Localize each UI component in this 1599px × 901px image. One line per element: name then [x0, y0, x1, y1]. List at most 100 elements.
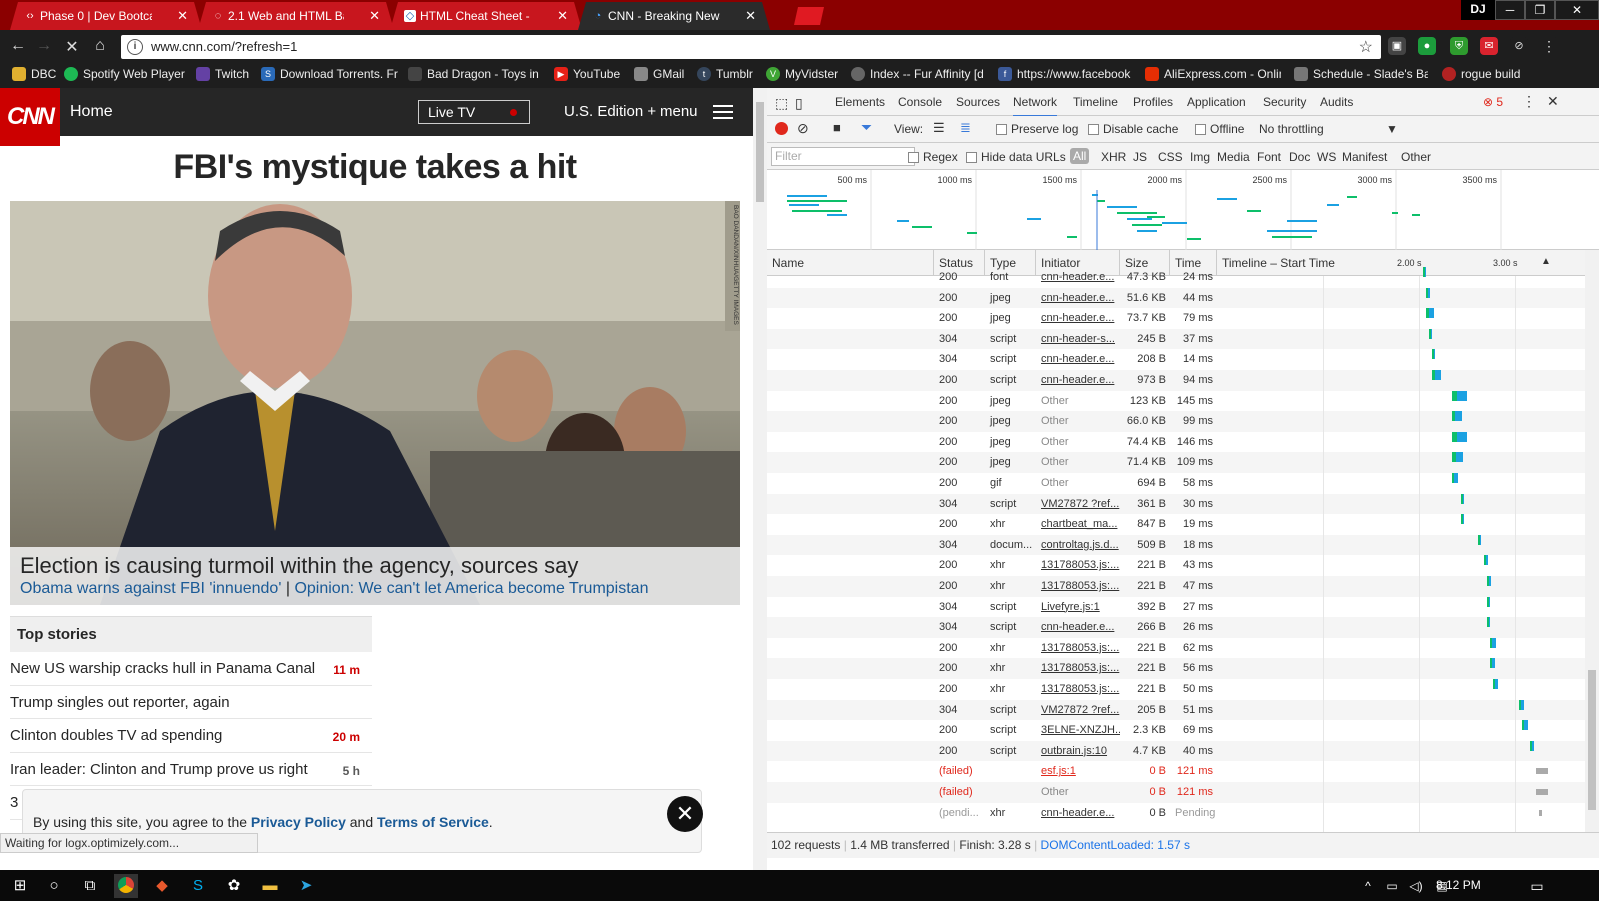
request-row[interactable]: event200xhr131788053.js:...221 B47 ms	[767, 576, 1585, 597]
bookmark-item[interactable]: f https://www.facebook	[998, 67, 1132, 81]
filter-css[interactable]: CSS	[1158, 150, 1183, 164]
list-view-icon[interactable]: ☰	[933, 120, 945, 136]
page-scrollbar[interactable]	[753, 88, 767, 870]
bookmark-item[interactable]: GMail	[634, 67, 690, 81]
capture-screenshots-icon[interactable]: ■	[833, 120, 841, 135]
cnn-logo[interactable]: CNN	[0, 88, 60, 146]
hide-data-urls-checkbox[interactable]: Hide data URLs	[966, 150, 1066, 164]
volume-icon[interactable]: ◁)	[1404, 874, 1428, 898]
privacy-policy-link[interactable]: Privacy Policy	[251, 814, 346, 830]
request-initiator[interactable]: controltag.js.d...	[1036, 535, 1120, 555]
request-initiator[interactable]: VM27872 ?ref...	[1036, 494, 1120, 514]
request-row[interactable]: 161031192117-21-what-a-s...200jpegOther6…	[767, 411, 1585, 432]
search-icon[interactable]: ○	[42, 874, 66, 898]
menu-label[interactable]: menu	[660, 103, 698, 120]
clear-icon[interactable]: ⊘	[797, 120, 809, 137]
request-initiator[interactable]: 131788053.js:...	[1036, 638, 1120, 658]
inspect-element-icon[interactable]: ⬚	[775, 95, 788, 112]
story-item[interactable]: Trump singles out reporter, again	[10, 686, 372, 719]
windows-start-icon[interactable]: ⊞	[8, 874, 32, 898]
browser-tab-dev-bootcamp[interactable]: ‹› Phase 0 | Dev Bootcamp ✕	[10, 2, 202, 30]
request-initiator[interactable]: cnn-header.e...	[1036, 288, 1120, 308]
request-row[interactable]: domestic.json?callback=CN...304scriptcnn…	[767, 349, 1585, 370]
bookmark-item[interactable]: Index -- Fur Affinity [d	[851, 67, 987, 81]
filter-img[interactable]: Img	[1190, 150, 1210, 164]
edition-selector[interactable]: U.S. Edition +	[564, 103, 656, 120]
devtools-menu-icon[interactable]: ⋮	[1522, 93, 1536, 110]
caption-link-obama[interactable]: Obama warns against FBI 'innuendo'	[20, 580, 281, 597]
request-row[interactable]: config.js?key=3ELNE-XNZJ...200script3ELN…	[767, 720, 1585, 741]
bookmark-item[interactable]: Schedule - Slade's Bar	[1294, 67, 1428, 81]
tab-timeline[interactable]: Timeline	[1073, 95, 1118, 109]
filter-doc[interactable]: Doc	[1289, 150, 1310, 164]
notifications-icon[interactable]: ▭	[1525, 874, 1549, 898]
url-text[interactable]: www.cnn.com/?refresh=1	[151, 39, 297, 54]
network-overview[interactable]: 500 ms 1000 ms 1500 ms 2000 ms 2500 ms 3000 m…	[767, 170, 1599, 250]
request-initiator[interactable]: cnn-header.e...	[1036, 617, 1120, 637]
live-tv-button[interactable]: Live TV	[418, 100, 530, 124]
info-icon[interactable]: i	[127, 39, 143, 55]
caption-link-opinion[interactable]: Opinion: We can't let America become Tru…	[294, 580, 648, 597]
tab-network[interactable]: Network	[1013, 95, 1058, 117]
bookmark-item[interactable]: DBC	[12, 67, 58, 81]
browser-tab-html-cheat-sheet[interactable]: ◇ HTML Cheat Sheet - A S ✕	[390, 2, 582, 30]
close-window-icon[interactable]: ✕	[1555, 0, 1599, 20]
throttling-select[interactable]: No throttling ▼	[1259, 122, 1399, 136]
request-row[interactable]: cnnsans-italic.woff2200fontcnn-header.e.…	[767, 267, 1585, 288]
story-item[interactable]: New US warship cracks hull in Panama Can…	[10, 652, 372, 686]
request-row[interactable]: 161102123009-arctic-ice-an...200jpegOthe…	[767, 452, 1585, 473]
telegram-icon[interactable]: ➤	[294, 874, 318, 898]
table-scrollbar[interactable]	[1585, 250, 1599, 832]
request-row[interactable]: c3244e3d16ba.js?v=1304scriptVM27872 ?ref…	[767, 699, 1585, 721]
request-initiator[interactable]: cnn-header.e...	[1036, 308, 1120, 328]
scrollbar-thumb[interactable]	[1588, 670, 1596, 810]
extension-green-icon[interactable]: ●	[1418, 37, 1436, 55]
chrome-menu-icon[interactable]: ⋮	[1540, 37, 1558, 55]
close-tab-icon[interactable]: ✕	[557, 2, 568, 30]
app-icon[interactable]: ✿	[222, 874, 246, 898]
request-initiator[interactable]: cnn-header.e...	[1036, 267, 1120, 287]
request-initiator[interactable]: esf.js:1	[1036, 761, 1120, 781]
regex-checkbox[interactable]: Regex	[908, 150, 958, 164]
tab-elements[interactable]: Elements	[835, 95, 885, 109]
forward-arrow-icon[interactable]: →	[34, 37, 54, 55]
hero-photo[interactable]: BAO DANDAN/XINHUA/GETTY IMAGES	[10, 201, 740, 605]
request-initiator[interactable]: cnn-header.e...	[1036, 370, 1120, 390]
restore-icon[interactable]: ❐	[1525, 0, 1555, 20]
filter-input[interactable]: Filter	[771, 147, 915, 166]
request-row[interactable]: event200xhr131788053.js:...221 B50 ms	[767, 679, 1585, 700]
request-row[interactable]: 161102153424-cnnmoney-v...200jpegcnn-hea…	[767, 287, 1585, 309]
tab-profiles[interactable]: Profiles	[1133, 95, 1173, 109]
network-icon[interactable]: ▭	[1380, 874, 1404, 898]
tab-sources[interactable]: Sources	[956, 95, 1000, 109]
bookmark-item[interactable]: t Tumblr	[697, 67, 757, 81]
request-row[interactable]: ;ord=1478135572450(failed)Other0 B121 ms	[767, 782, 1585, 803]
request-initiator[interactable]: cnn-header.e...	[1036, 349, 1120, 369]
block-icon[interactable]: ⊘	[1510, 37, 1528, 55]
file-explorer-icon[interactable]: ▬	[258, 874, 282, 898]
request-row[interactable]: 161102092731-01-obama-...200jpegOther123…	[767, 390, 1585, 412]
bookmark-item[interactable]: ▶ YouTube	[554, 67, 624, 81]
request-row[interactable]: event200xhr131788053.js:...221 B43 ms	[767, 555, 1585, 576]
waterfall-view-icon[interactable]: ≣	[960, 120, 971, 136]
address-bar[interactable]: i www.cnn.com/?refresh=1 ☆	[121, 35, 1381, 59]
home-link[interactable]: Home	[70, 103, 113, 121]
filter-other[interactable]: Other	[1401, 150, 1431, 164]
request-initiator[interactable]: 131788053.js:...	[1036, 576, 1120, 596]
terms-of-service-link[interactable]: Terms of Service	[377, 814, 489, 830]
story-item[interactable]: Clinton doubles TV ad spending 20 m	[10, 719, 372, 753]
close-devtools-icon[interactable]: ✕	[1547, 93, 1559, 110]
stop-loading-icon[interactable]: ✕	[62, 37, 82, 57]
browser-tab-cnn[interactable]: ◔ CNN - Breaking News, La ✕	[578, 2, 770, 30]
show-hidden-icons-icon[interactable]: ^	[1356, 874, 1380, 898]
request-row[interactable]: s42860699608448?AQB=1&...200gifOther694 …	[767, 473, 1585, 494]
extension-red-icon[interactable]: ✉	[1480, 37, 1498, 55]
filter-all[interactable]: All	[1070, 148, 1090, 164]
story-item[interactable]: Iran leader: Clinton and Trump prove us …	[10, 753, 372, 786]
scrollbar-thumb[interactable]	[756, 102, 764, 202]
filter-xhr[interactable]: XHR	[1101, 150, 1126, 164]
request-initiator[interactable]: 131788053.js:...	[1036, 679, 1120, 699]
tab-application[interactable]: Application	[1187, 95, 1246, 109]
bookmark-star-icon[interactable]: ☆	[1359, 37, 1373, 57]
request-initiator[interactable]: Livefyre.js:1	[1036, 597, 1120, 617]
